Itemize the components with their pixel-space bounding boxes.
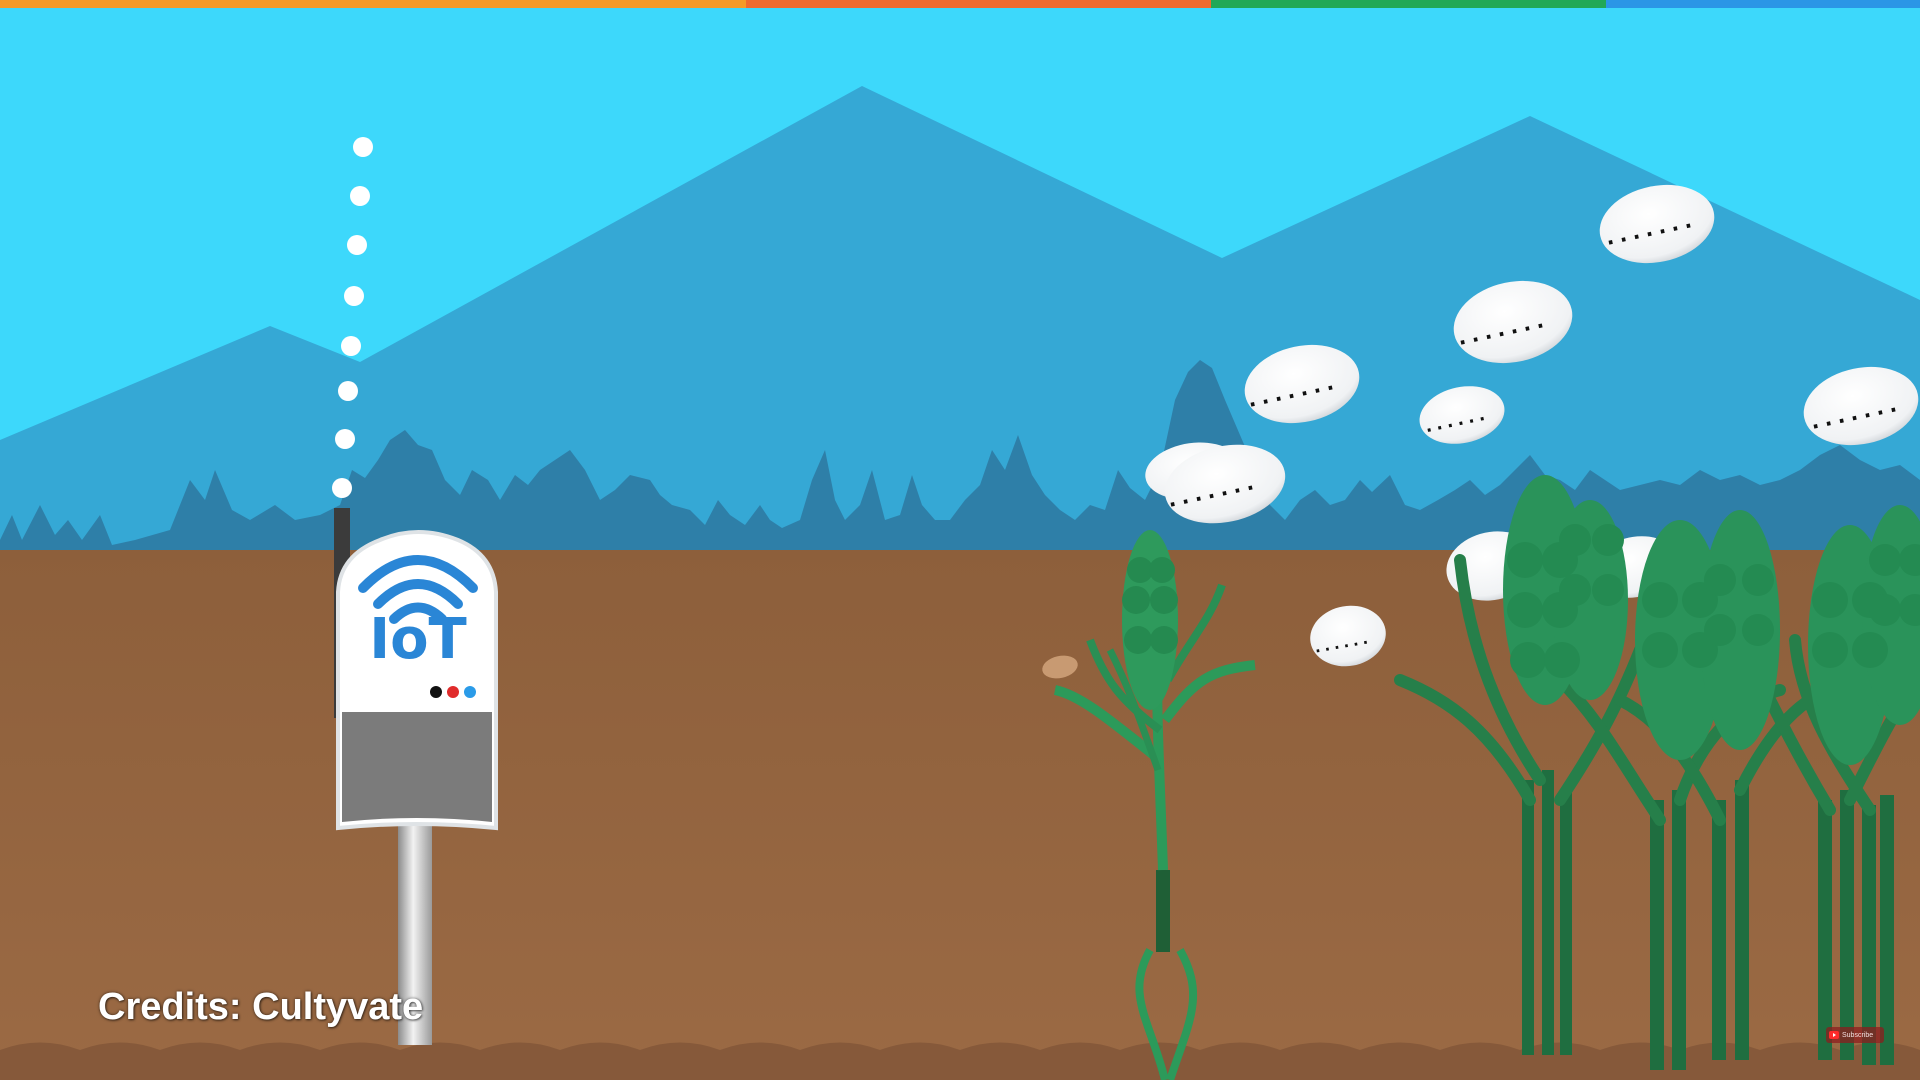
subscribe-label: Subscribe	[1842, 1031, 1874, 1039]
device-lower-panel	[342, 712, 492, 822]
youtube-subscribe-icon	[1829, 1031, 1839, 1039]
led-blue	[464, 686, 476, 698]
youtube-subscribe-watermark[interactable]: Subscribe	[1826, 1027, 1884, 1043]
iot-label: IoT	[369, 607, 467, 672]
led-red	[447, 686, 459, 698]
farm-scene: IoT ....... ....... ....... ...... .....…	[0, 8, 1920, 1080]
led-black	[430, 686, 442, 698]
credits-caption: Credits: Cultyvate	[98, 986, 424, 1028]
